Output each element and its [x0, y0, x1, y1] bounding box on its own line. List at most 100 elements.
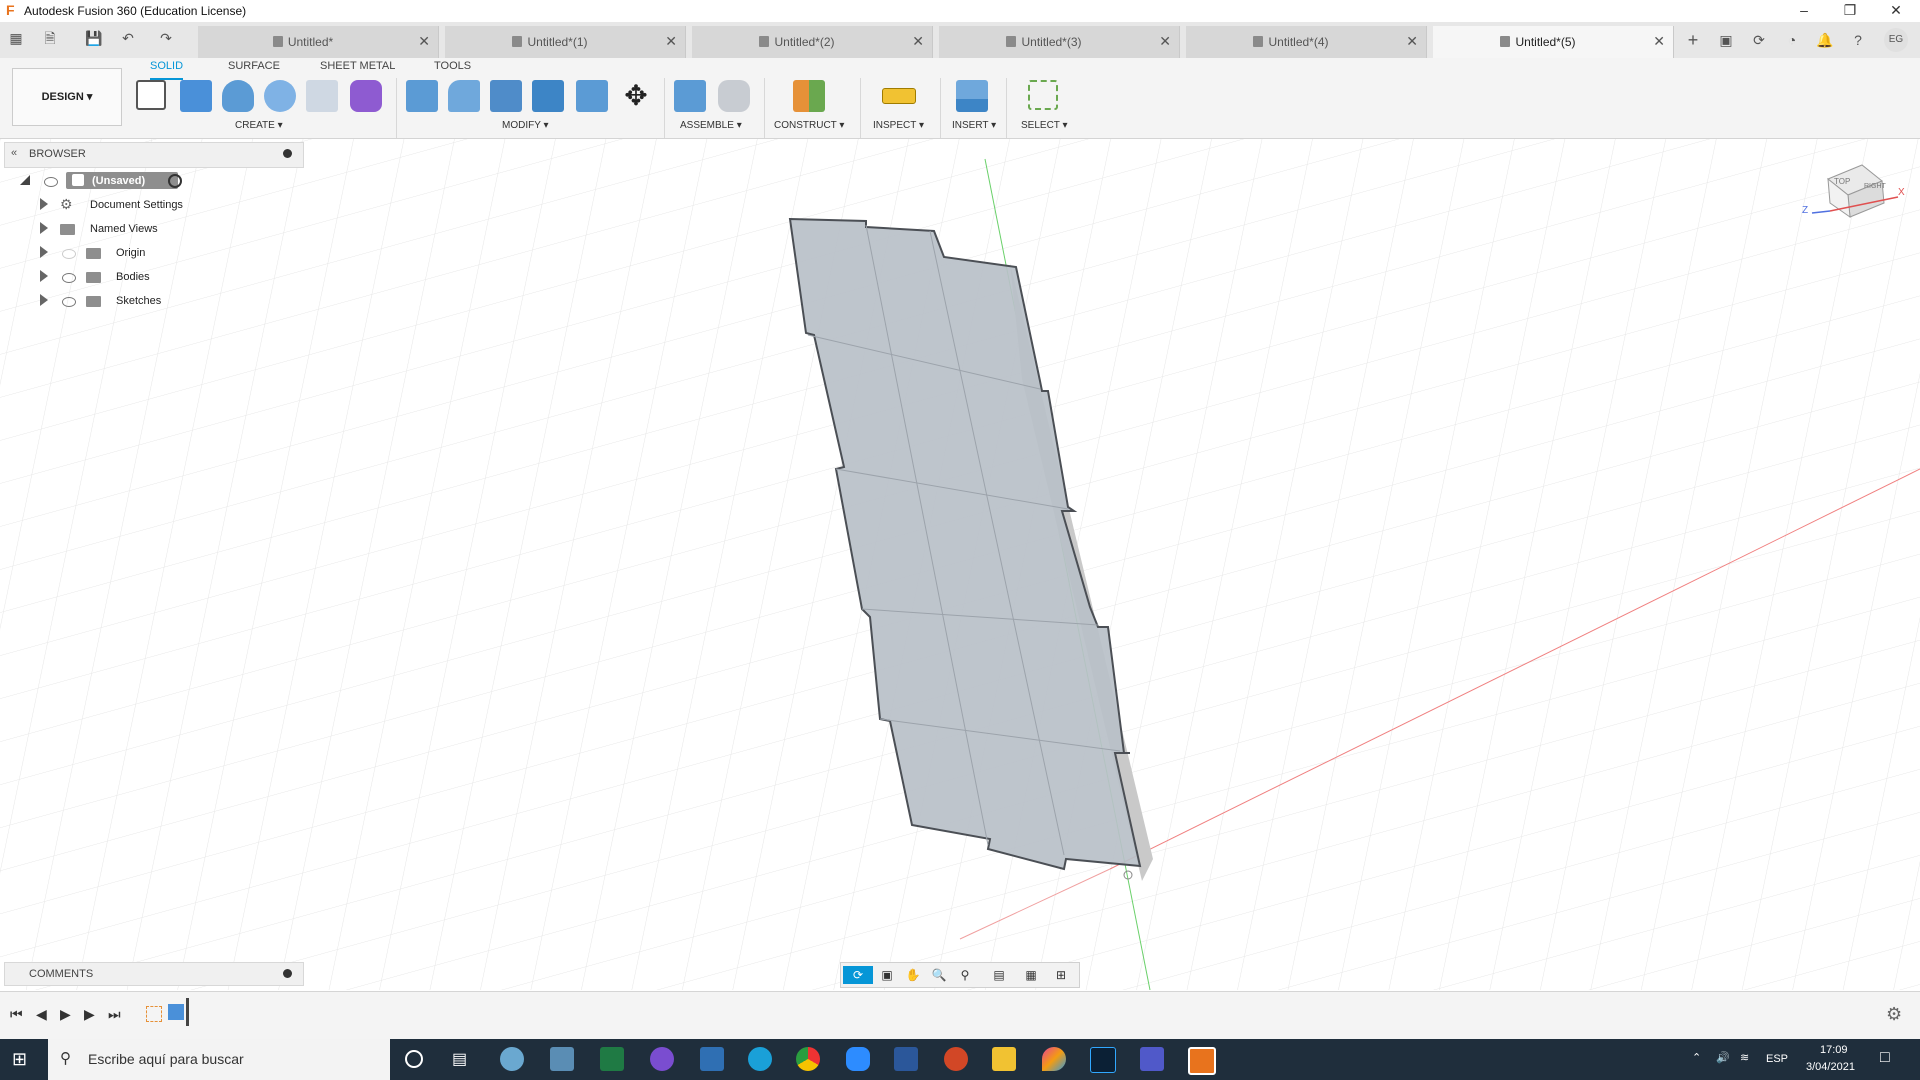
- taskbar-search[interactable]: ⚲ Escribe aquí para buscar: [48, 1039, 390, 1080]
- action-center-icon[interactable]: □: [1880, 1049, 1890, 1067]
- extensions-icon[interactable]: ⟳: [1749, 30, 1769, 50]
- wifi-icon[interactable]: ≋: [1740, 1051, 1749, 1064]
- step-forward-icon[interactable]: ▶: [84, 1006, 95, 1023]
- combine-icon[interactable]: [576, 80, 608, 112]
- expand-triangle-icon[interactable]: [40, 198, 48, 210]
- browser-item-named-views[interactable]: Named Views: [40, 220, 200, 240]
- play-icon[interactable]: ▶: [60, 1006, 71, 1023]
- expand-triangle-icon[interactable]: [40, 222, 48, 234]
- measure-icon[interactable]: [882, 88, 916, 104]
- timeline-marker[interactable]: [186, 998, 189, 1026]
- tab-solid[interactable]: SOLID: [150, 58, 184, 80]
- collapse-panel-icon[interactable]: «: [11, 147, 17, 159]
- save-icon[interactable]: 💾: [84, 28, 104, 48]
- close-tab-icon[interactable]: ✕: [1406, 33, 1418, 50]
- grid-settings-icon[interactable]: ▦: [1021, 966, 1041, 984]
- create-sketch-icon[interactable]: [136, 80, 166, 110]
- timeline-extrude-icon[interactable]: [168, 1004, 184, 1020]
- browser-item-sketches[interactable]: Sketches: [40, 292, 200, 312]
- redo-icon[interactable]: ↷: [156, 28, 176, 48]
- activate-radio-icon[interactable]: [168, 174, 182, 188]
- edge-browser-icon[interactable]: [748, 1047, 772, 1071]
- offset-plane-icon[interactable]: [793, 80, 825, 112]
- inspect-group-label[interactable]: INSPECT ▾: [873, 120, 924, 131]
- browser-item-document-settings[interactable]: ⚙ Document Settings: [40, 196, 200, 216]
- restore-icon[interactable]: ❐: [1827, 0, 1873, 22]
- task-view-icon[interactable]: ▤: [452, 1049, 467, 1069]
- pattern-icon[interactable]: [306, 80, 338, 112]
- teams-icon[interactable]: [1140, 1047, 1164, 1071]
- shell-icon[interactable]: [532, 80, 564, 112]
- press-pull-icon[interactable]: [406, 80, 438, 112]
- assemble-group-label[interactable]: ASSEMBLE ▾: [680, 120, 742, 131]
- workspace-selector[interactable]: DESIGN ▾: [12, 68, 122, 126]
- browser-panel-header[interactable]: « BROWSER: [4, 142, 304, 168]
- close-window-icon[interactable]: ✕: [1873, 0, 1919, 22]
- close-tab-icon[interactable]: ✕: [1159, 33, 1171, 50]
- photoshop-icon[interactable]: [1090, 1047, 1116, 1073]
- close-tab-icon[interactable]: ✕: [418, 33, 430, 50]
- browser-item-origin[interactable]: Origin: [40, 244, 200, 264]
- expand-triangle-icon[interactable]: [40, 270, 48, 282]
- powerpoint-icon[interactable]: [944, 1047, 968, 1071]
- fusion-360-taskbar-icon[interactable]: [1188, 1047, 1216, 1075]
- user-avatar[interactable]: EG: [1884, 28, 1908, 52]
- clock-time[interactable]: 17:09: [1820, 1044, 1848, 1056]
- pin-icon[interactable]: [283, 149, 292, 158]
- help-icon[interactable]: ?: [1848, 30, 1868, 50]
- hole-icon[interactable]: [264, 80, 296, 112]
- revolve-icon[interactable]: [222, 80, 254, 112]
- collapse-triangle-icon[interactable]: [20, 175, 30, 185]
- close-tab-icon[interactable]: ✕: [912, 33, 924, 50]
- job-status-icon[interactable]: ▣: [1716, 30, 1736, 50]
- visibility-eye-icon[interactable]: [62, 273, 76, 283]
- browser-root[interactable]: (Unsaved): [20, 172, 220, 192]
- 3d-viewport[interactable]: TOP RIGHT X Z: [0, 139, 1920, 990]
- modify-group-label[interactable]: MODIFY ▾: [502, 120, 549, 131]
- online-status-icon[interactable]: ◔: [1782, 30, 1802, 50]
- visibility-eye-icon[interactable]: [44, 177, 58, 187]
- minimize-icon[interactable]: –: [1781, 0, 1827, 22]
- go-to-start-icon[interactable]: ⏮: [10, 1006, 23, 1023]
- hidden-eye-icon[interactable]: [62, 249, 76, 259]
- close-tab-icon[interactable]: ✕: [665, 33, 677, 50]
- notifications-bell-icon[interactable]: 🔔: [1815, 30, 1835, 50]
- new-tab-icon[interactable]: +: [1683, 30, 1703, 50]
- windows-start-icon[interactable]: ⊞: [12, 1049, 27, 1070]
- podcast-app-icon[interactable]: [650, 1047, 674, 1071]
- app-icon[interactable]: [500, 1047, 524, 1071]
- color-app-icon[interactable]: [1042, 1047, 1066, 1071]
- file-explorer-icon[interactable]: [992, 1047, 1016, 1071]
- tab-untitled-2[interactable]: Untitled*(2) ✕: [692, 26, 933, 58]
- zoom-icon[interactable]: 🔍: [929, 966, 949, 984]
- calculator-icon[interactable]: [550, 1047, 574, 1071]
- zoom-app-icon[interactable]: [846, 1047, 870, 1071]
- construct-group-label[interactable]: CONSTRUCT ▾: [774, 120, 844, 131]
- tray-overflow-icon[interactable]: ⌃: [1692, 1051, 1701, 1064]
- tab-surface[interactable]: SURFACE: [228, 58, 280, 78]
- comments-panel-header[interactable]: COMMENTS: [4, 962, 304, 986]
- language-indicator[interactable]: ESP: [1766, 1053, 1788, 1065]
- go-to-end-icon[interactable]: ⏭: [108, 1006, 121, 1023]
- chamfer-icon[interactable]: [490, 80, 522, 112]
- file-menu-icon[interactable]: 🗎: [40, 28, 60, 48]
- step-back-icon[interactable]: ◀: [36, 1006, 47, 1023]
- insert-image-icon[interactable]: [956, 80, 988, 112]
- tab-sheet-metal[interactable]: SHEET METAL: [320, 58, 395, 78]
- look-at-icon[interactable]: ▣: [877, 966, 897, 984]
- move-copy-icon[interactable]: ✥: [620, 80, 652, 112]
- tab-untitled[interactable]: Untitled* ✕: [198, 26, 439, 58]
- fillet-icon[interactable]: [448, 80, 480, 112]
- excel-icon[interactable]: [600, 1047, 624, 1071]
- browser-item-bodies[interactable]: Bodies: [40, 268, 200, 288]
- canvas-scene[interactable]: [0, 139, 1920, 990]
- pan-hand-icon[interactable]: ✋: [903, 966, 923, 984]
- app-grid-icon[interactable]: ▦: [6, 28, 26, 48]
- timeline-sketch-icon[interactable]: [146, 1006, 162, 1022]
- undo-icon[interactable]: ↶: [118, 28, 138, 48]
- extrude-icon[interactable]: [180, 80, 212, 112]
- add-comment-icon[interactable]: [283, 969, 292, 978]
- select-group-label[interactable]: SELECT ▾: [1021, 120, 1068, 131]
- tab-tools[interactable]: TOOLS: [434, 58, 471, 78]
- timeline-settings-gear-icon[interactable]: ⚙: [1886, 1004, 1902, 1025]
